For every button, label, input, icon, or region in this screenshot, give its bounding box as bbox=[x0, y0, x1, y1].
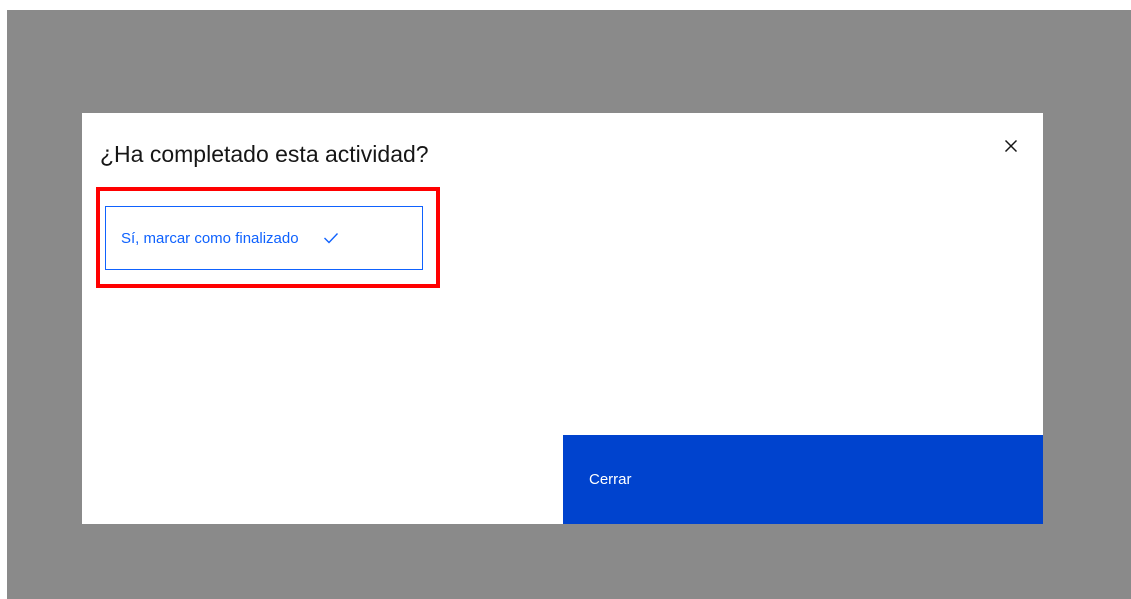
modal-title: ¿Ha completado esta actividad? bbox=[100, 141, 429, 167]
mark-complete-label: Sí, marcar como finalizado bbox=[121, 229, 299, 247]
close-button[interactable] bbox=[996, 131, 1026, 161]
close-icon bbox=[1004, 139, 1018, 153]
completion-modal: ¿Ha completado esta actividad? Sí, marca… bbox=[82, 113, 1043, 524]
cerrar-button[interactable]: Cerrar bbox=[563, 435, 1043, 524]
mark-complete-button[interactable]: Sí, marcar como finalizado bbox=[105, 206, 423, 270]
checkmark-icon bbox=[323, 232, 339, 244]
cerrar-button-label: Cerrar bbox=[589, 471, 632, 488]
